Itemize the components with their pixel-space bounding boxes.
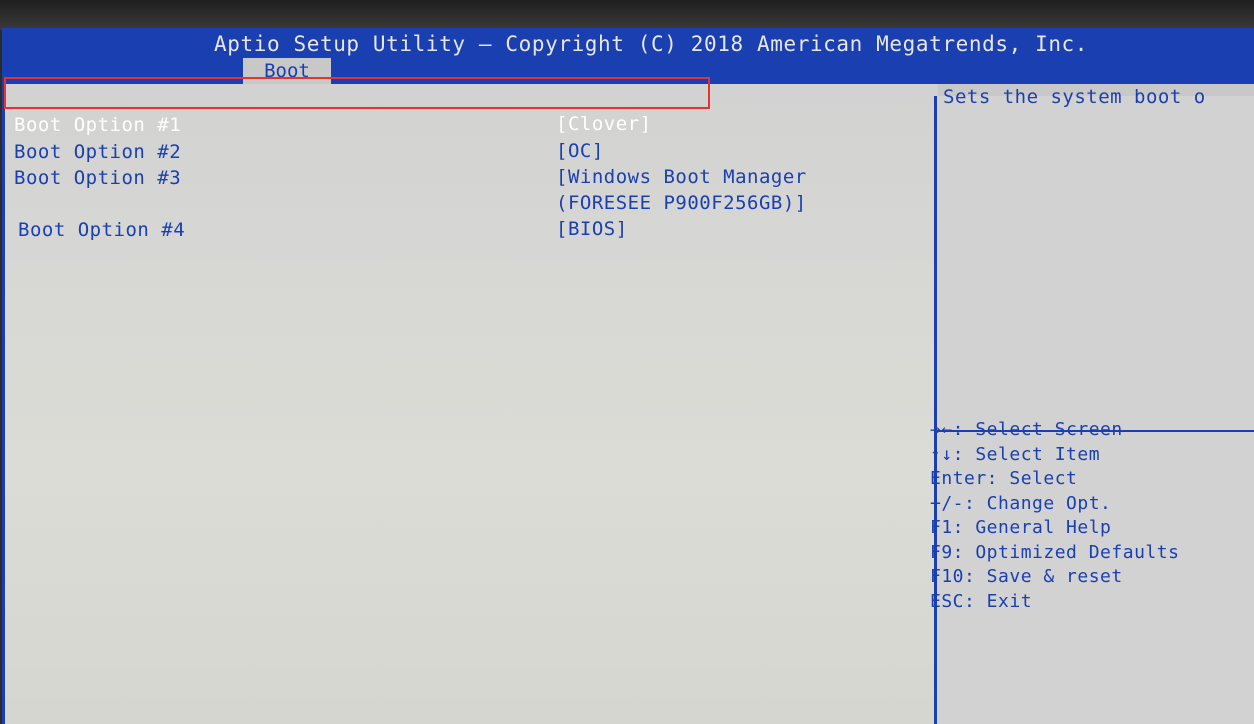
boot-option-1[interactable]: Boot Option #1 [14, 113, 181, 137]
left-border [2, 84, 5, 724]
header-bar: Aptio Setup Utility – Copyright (C) 2018… [2, 28, 1254, 84]
boot-option-2-value[interactable]: [OC] [556, 139, 604, 163]
monitor-bezel [0, 0, 1254, 30]
boot-option-3-value[interactable]: [Windows Boot Manager [556, 165, 807, 189]
help-panel [937, 96, 1254, 724]
boot-option-3[interactable]: Boot Option #3 [14, 166, 181, 190]
boot-option-1-value[interactable]: [Clover] [556, 112, 652, 136]
boot-option-label: Boot Option #4 [18, 219, 186, 241]
key-save-reset: F10: Save & reset [930, 566, 1123, 587]
panel-divider [934, 96, 937, 724]
boot-option-4-value[interactable]: [BIOS] [556, 217, 628, 241]
key-optimized-defaults: F9: Optimized Defaults [930, 541, 1180, 563]
key-general-help: F1: General Help [930, 517, 1112, 538]
header-title: Aptio Setup Utility – Copyright (C) 2018… [214, 32, 1089, 56]
boot-option-3-value-line2: (FORESEE P900F256GB)] [556, 192, 807, 214]
boot-option-label: Boot Option #2 [14, 141, 182, 163]
key-select-screen: →←: Select Screen [930, 419, 1123, 440]
key-exit: ESC: Exit [930, 590, 1033, 612]
boot-option-2[interactable]: Boot Option #2 [14, 140, 181, 164]
key-enter-select: Enter: Select [930, 468, 1078, 489]
help-description: Sets the system boot o [943, 86, 1206, 108]
boot-option-4[interactable]: Boot Option #4 [18, 218, 185, 242]
key-change-opt: +/-: Change Opt. [930, 492, 1112, 514]
boot-option-label: Boot Option #3 [14, 167, 182, 189]
boot-option-label: Boot Option #1 [14, 114, 182, 136]
key-legend: →←: Select Screen ↑↓: Select Item Enter:… [930, 418, 1248, 614]
key-select-item: ↑↓: Select Item [930, 443, 1101, 465]
selection-highlight-box [4, 77, 710, 109]
